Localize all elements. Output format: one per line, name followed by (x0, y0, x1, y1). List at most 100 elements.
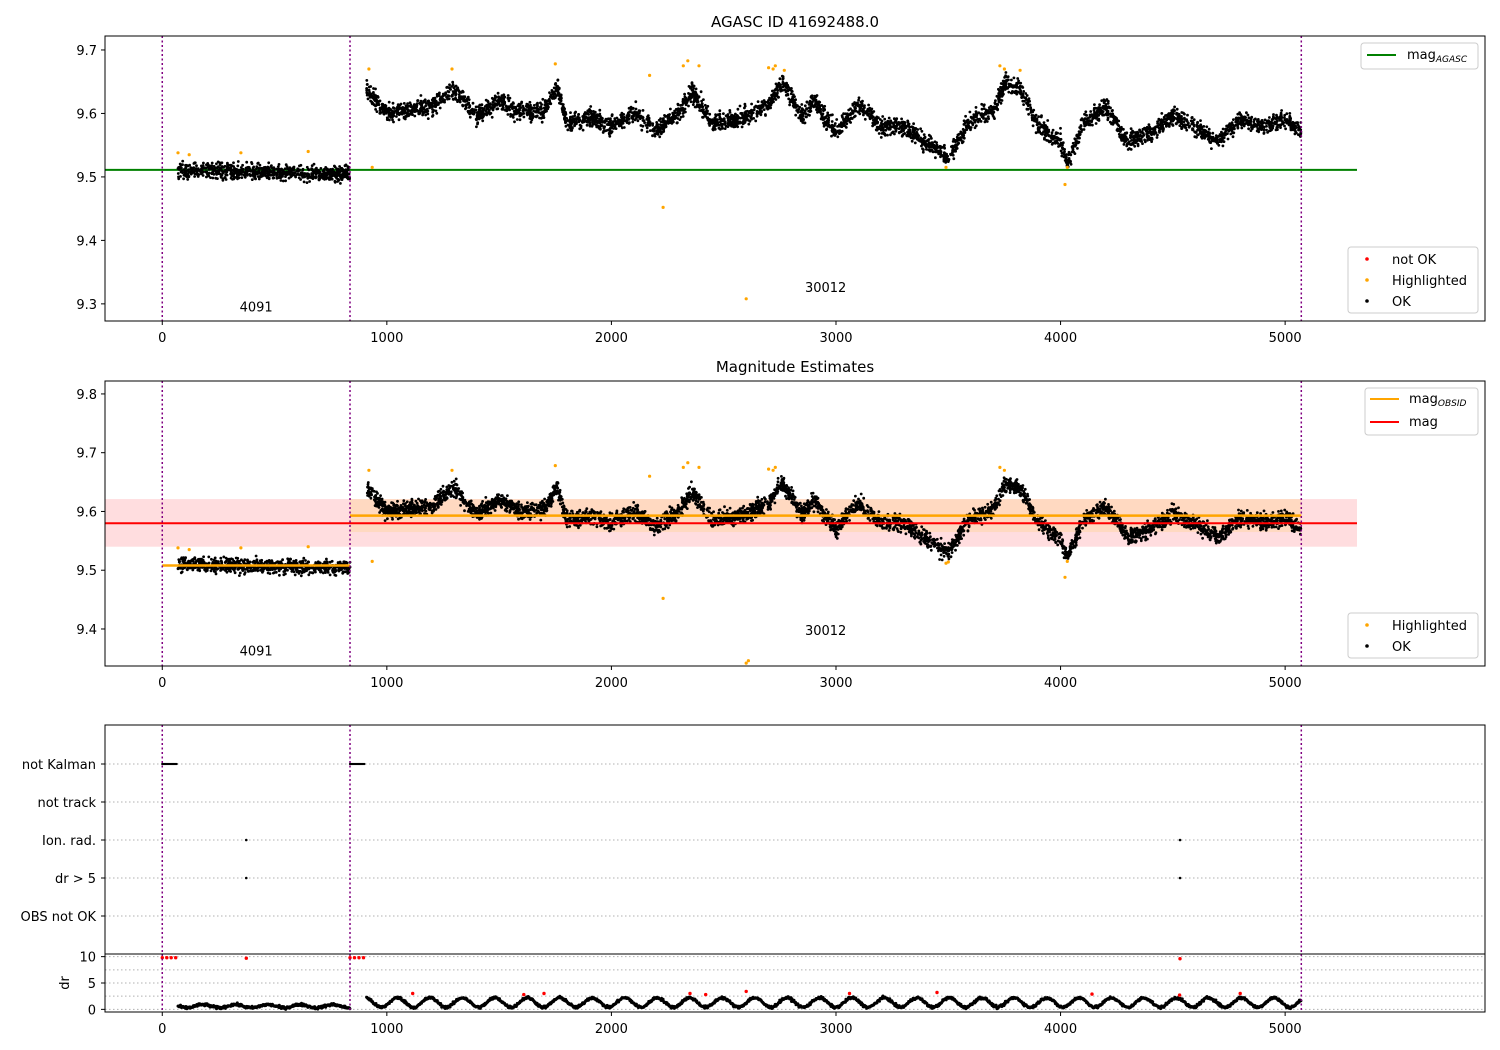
ok-point (760, 100, 764, 104)
ok-point (312, 162, 316, 166)
ok-point (908, 133, 912, 137)
ok-point (1122, 127, 1125, 131)
ok-point (301, 168, 305, 172)
ok-point (326, 171, 329, 175)
ok-point (830, 129, 834, 133)
x-tick-label: 4000 (1044, 331, 1077, 346)
ok-point (729, 117, 733, 121)
ok-point (671, 119, 675, 122)
ok-point (894, 130, 898, 133)
ok-point (1038, 130, 1042, 134)
ok-point (278, 170, 282, 174)
ok-point (1276, 128, 1279, 132)
ok-point (206, 162, 210, 165)
ok-point (214, 169, 218, 173)
ok-point (329, 175, 333, 179)
ok-point (738, 120, 742, 124)
ok-point (376, 101, 380, 105)
ok-point (1251, 125, 1255, 128)
ok-point (1059, 132, 1062, 136)
ok-point (422, 111, 426, 114)
ok-point (641, 124, 645, 128)
ok-point (1012, 76, 1016, 80)
ok-point (652, 129, 656, 133)
ok-point (339, 182, 342, 185)
ok-point (1132, 137, 1135, 140)
ok-point (608, 117, 612, 121)
ok-point (478, 115, 481, 118)
ok-point (1054, 131, 1058, 135)
ok-point (331, 172, 335, 176)
ok-point (731, 124, 734, 127)
ok-point (608, 132, 611, 136)
ok-point (1119, 130, 1122, 133)
ok-point (834, 130, 837, 134)
highlighted-point (773, 64, 777, 68)
ok-point (434, 109, 438, 113)
ok-point (1102, 113, 1106, 117)
ok-point (689, 86, 692, 90)
ok-point (181, 159, 185, 163)
ok-point (647, 116, 651, 120)
ok-point (1294, 129, 1297, 133)
ok-point (910, 139, 914, 143)
ok-point (415, 104, 418, 108)
ok-point (653, 126, 657, 130)
ok-point (1090, 119, 1094, 123)
ok-point (911, 126, 915, 129)
ok-point (1243, 115, 1247, 119)
ok-point (1231, 131, 1235, 135)
ok-point (567, 124, 571, 127)
ok-point (605, 119, 608, 123)
ok-point (452, 98, 455, 101)
ok-point (921, 150, 925, 154)
ok-point (817, 107, 821, 110)
ok-point (1219, 134, 1222, 138)
ok-point (314, 176, 318, 180)
ok-point (437, 94, 441, 97)
ok-point (1062, 152, 1066, 156)
ok-point (391, 101, 395, 105)
ok-point (982, 103, 986, 107)
ok-point (413, 114, 417, 118)
ok-point (480, 116, 484, 120)
ok-point (236, 177, 239, 181)
ok-point (1276, 125, 1279, 129)
ok-point (203, 166, 207, 170)
ok-point (881, 115, 885, 118)
ok-point (728, 109, 732, 112)
ok-point (614, 127, 618, 130)
ok-point (336, 178, 340, 181)
ok-point (1131, 141, 1134, 145)
ok-point (378, 106, 382, 110)
ok-point (471, 101, 475, 105)
ok-point (465, 97, 469, 100)
ok-point (1138, 134, 1142, 138)
ok-point (1295, 121, 1298, 125)
ok-point (1087, 116, 1090, 120)
ok-point (310, 173, 314, 177)
ok-point (704, 115, 708, 118)
ok-point (774, 82, 778, 86)
ok-point (1205, 125, 1209, 129)
legend-label: Highlighted (1392, 274, 1467, 289)
ok-point (1253, 122, 1257, 126)
ok-point (570, 121, 574, 124)
ok-point (716, 121, 720, 125)
ok-point (863, 106, 866, 109)
ok-point (969, 128, 972, 132)
ok-point (1145, 133, 1149, 137)
ok-point (403, 109, 407, 113)
ok-point (953, 148, 957, 152)
ok-point (211, 176, 215, 180)
ok-point (529, 120, 533, 124)
ok-point (1270, 128, 1273, 132)
ok-point (1092, 109, 1096, 112)
highlighted-point (176, 151, 180, 155)
ok-point (572, 117, 576, 121)
ok-point (460, 95, 464, 99)
ok-point (743, 106, 746, 110)
ok-point (335, 174, 339, 177)
ok-point (1136, 144, 1140, 148)
ok-point (1222, 136, 1226, 140)
